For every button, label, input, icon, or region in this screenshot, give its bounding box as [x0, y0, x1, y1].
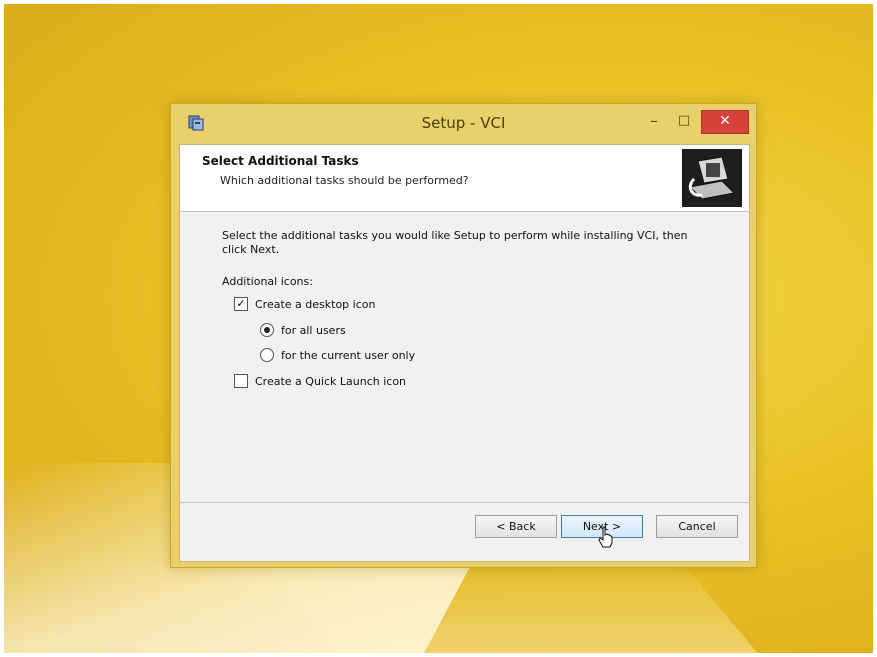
maximize-button[interactable]: □	[671, 110, 697, 134]
cancel-button[interactable]: Cancel	[656, 515, 738, 538]
additional-icons-label: Additional icons:	[222, 275, 313, 288]
setup-window: Setup - VCI – □ ✕ Select Additional Task…	[170, 103, 757, 568]
minimize-button[interactable]: –	[641, 110, 667, 134]
desktop-icon-checkbox[interactable]: ✓	[234, 297, 248, 311]
computer-icon	[682, 149, 742, 207]
quick-launch-option[interactable]: Create a Quick Launch icon	[234, 374, 406, 388]
current-user-option[interactable]: for the current user only	[260, 348, 415, 362]
instruction-text: Select the additional tasks you would li…	[222, 229, 688, 256]
all-users-option[interactable]: for all users	[260, 323, 346, 337]
window-title: Setup - VCI	[421, 114, 506, 132]
back-button[interactable]: < Back	[475, 515, 557, 538]
hand-cursor-icon	[598, 526, 613, 548]
wizard-header: Select Additional Tasks Which additional…	[180, 145, 749, 212]
radio-selected-dot	[264, 327, 270, 333]
title-bar[interactable]: Setup - VCI – □ ✕	[171, 104, 756, 144]
footer-divider	[180, 502, 749, 503]
close-button[interactable]: ✕	[701, 110, 749, 134]
desktop-icon-label[interactable]: Create a desktop icon	[255, 298, 375, 311]
current-user-radio[interactable]	[260, 348, 274, 362]
current-user-label[interactable]: for the current user only	[281, 349, 415, 362]
quick-launch-checkbox[interactable]	[234, 374, 248, 388]
page-subtitle: Which additional tasks should be perform…	[220, 174, 469, 187]
page-title: Select Additional Tasks	[202, 154, 359, 168]
all-users-label[interactable]: for all users	[281, 324, 346, 337]
all-users-radio[interactable]	[260, 323, 274, 337]
desktop-icon-option[interactable]: ✓ Create a desktop icon	[234, 297, 375, 311]
wizard-client-area: Select Additional Tasks Which additional…	[179, 144, 750, 562]
quick-launch-label[interactable]: Create a Quick Launch icon	[255, 375, 406, 388]
